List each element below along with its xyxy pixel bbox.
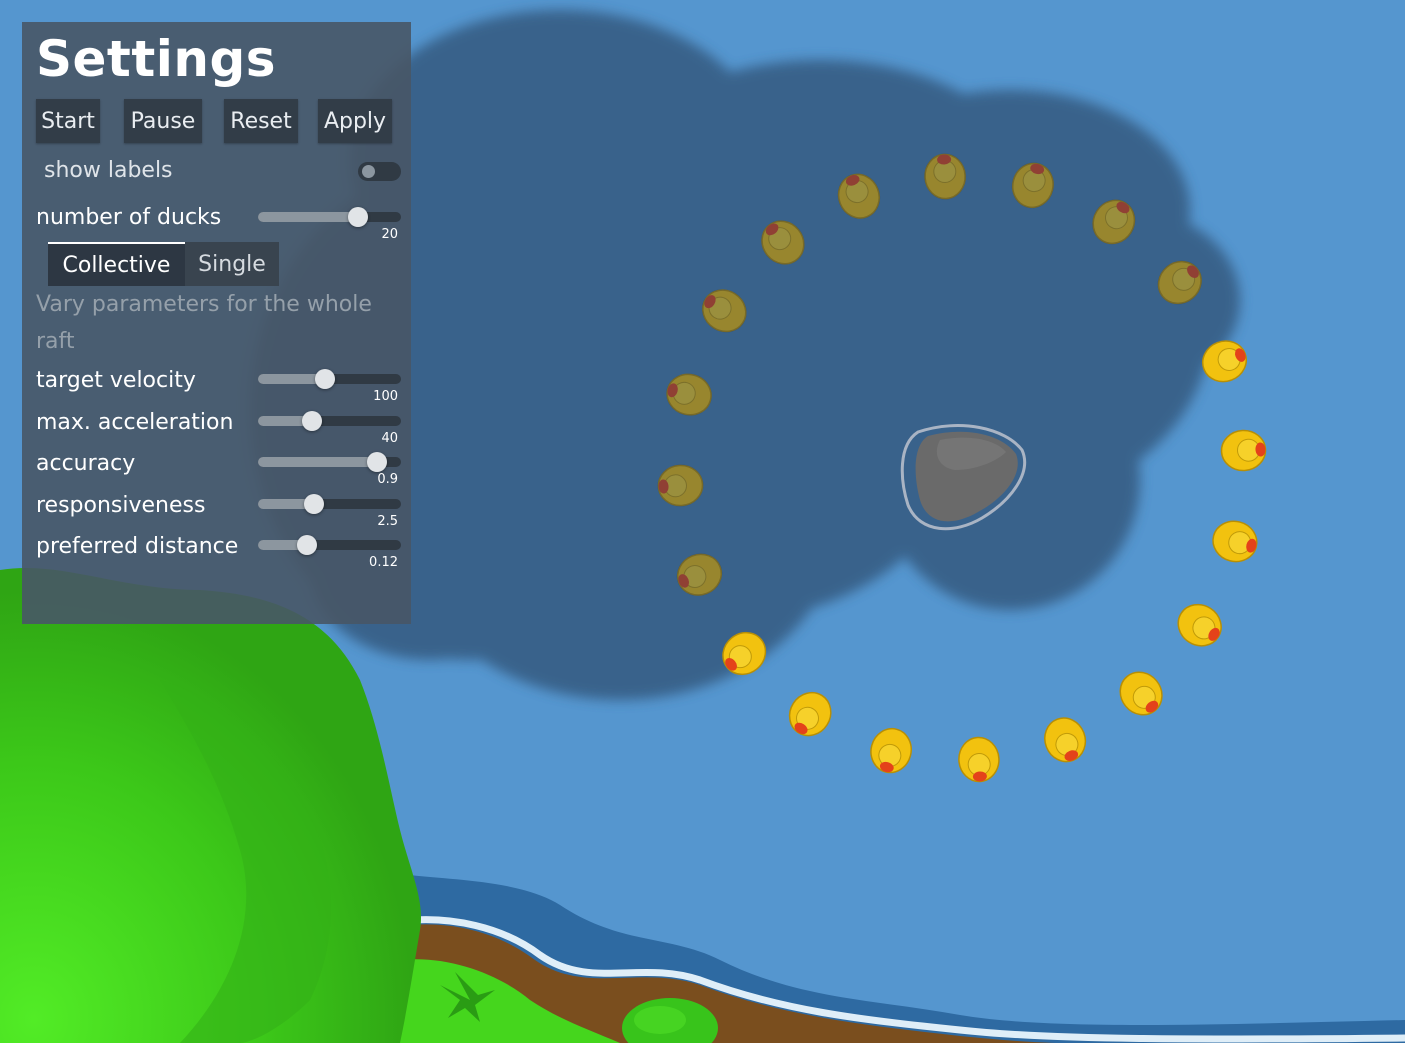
preferred-distance-slider[interactable]: 0.12 xyxy=(258,535,401,570)
accuracy-label: accuracy xyxy=(36,451,136,476)
responsiveness-slider[interactable]: 2.5 xyxy=(258,494,401,529)
slider-fill xyxy=(258,457,377,467)
target-velocity-value: 100 xyxy=(373,389,398,404)
tab-single[interactable]: Single xyxy=(185,242,279,286)
max-acceleration-slider[interactable]: 40 xyxy=(258,411,401,446)
slider-thumb[interactable] xyxy=(304,494,324,514)
toggle-knob xyxy=(362,165,375,178)
show-labels-label: show labels xyxy=(44,158,173,183)
target-velocity-slider[interactable]: 100 xyxy=(258,369,401,404)
slider-thumb[interactable] xyxy=(302,411,322,431)
slider-thumb[interactable] xyxy=(315,369,335,389)
number-of-ducks-label: number of ducks xyxy=(36,205,222,230)
accuracy-value: 0.9 xyxy=(377,472,398,487)
preferred-distance-label: preferred distance xyxy=(36,534,239,559)
max-acceleration-label: max. acceleration xyxy=(36,410,234,435)
max-acceleration-value: 40 xyxy=(381,431,398,446)
slider-thumb[interactable] xyxy=(297,535,317,555)
slider-thumb[interactable] xyxy=(348,207,368,227)
settings-panel: Settings Start Pause Reset Apply show la… xyxy=(22,22,411,624)
panel-title: Settings xyxy=(36,30,277,88)
preferred-distance-value: 0.12 xyxy=(369,555,398,570)
tab-collective[interactable]: Collective xyxy=(48,242,185,286)
responsiveness-value: 2.5 xyxy=(377,514,398,529)
number-of-ducks-slider[interactable]: 20 xyxy=(258,207,401,242)
start-button[interactable]: Start xyxy=(36,99,100,143)
accuracy-slider[interactable]: 0.9 xyxy=(258,452,401,487)
number-of-ducks-value: 20 xyxy=(381,227,398,242)
pause-button[interactable]: Pause xyxy=(124,99,202,143)
tab-description: Vary parameters for the whole raft xyxy=(36,292,372,354)
slider-fill xyxy=(258,212,358,222)
show-labels-toggle[interactable] xyxy=(358,162,401,181)
slider-thumb[interactable] xyxy=(367,452,387,472)
reset-button[interactable]: Reset xyxy=(224,99,298,143)
bush-highlight xyxy=(634,1006,686,1034)
target-velocity-label: target velocity xyxy=(36,368,196,393)
apply-button[interactable]: Apply xyxy=(318,99,392,143)
responsiveness-label: responsiveness xyxy=(36,493,206,518)
